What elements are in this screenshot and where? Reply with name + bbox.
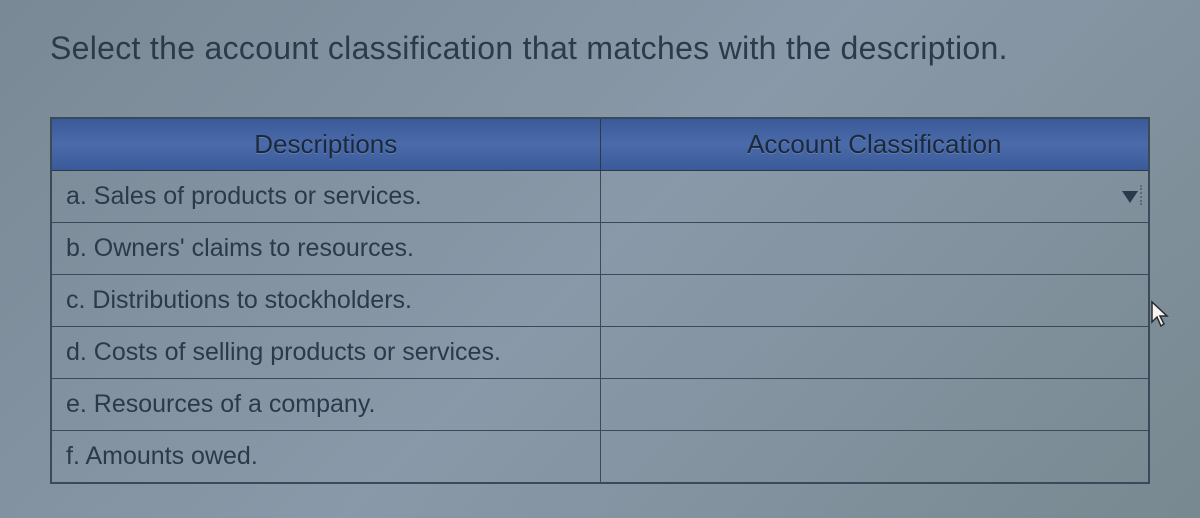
table-row: b. Owners' claims to resources. (51, 223, 1149, 275)
table-row: e. Resources of a company. (51, 379, 1149, 431)
table-row: f. Amounts owed. (51, 431, 1149, 483)
cursor-icon (1150, 300, 1170, 328)
description-cell-a: a. Sales of products or services. (51, 171, 600, 223)
classification-table: Descriptions Account Classification a. S… (50, 117, 1150, 484)
description-cell-e: e. Resources of a company. (51, 379, 600, 431)
description-cell-c: c. Distributions to stockholders. (51, 275, 600, 327)
header-classification: Account Classification (600, 118, 1149, 171)
header-descriptions: Descriptions (51, 118, 600, 171)
classification-dropdown-c[interactable] (600, 275, 1149, 327)
description-cell-b: b. Owners' claims to resources. (51, 223, 600, 275)
question-prompt: Select the account classification that m… (40, 30, 1160, 67)
classification-dropdown-e[interactable] (600, 379, 1149, 431)
table-row: a. Sales of products or services. (51, 171, 1149, 223)
table-row: d. Costs of selling products or services… (51, 327, 1149, 379)
description-cell-d: d. Costs of selling products or services… (51, 327, 600, 379)
classification-table-wrap: Descriptions Account Classification a. S… (50, 117, 1150, 484)
description-cell-f: f. Amounts owed. (51, 431, 600, 483)
classification-dropdown-b[interactable] (600, 223, 1149, 275)
chevron-down-icon (1122, 191, 1138, 203)
table-row: c. Distributions to stockholders. (51, 275, 1149, 327)
classification-dropdown-d[interactable] (600, 327, 1149, 379)
classification-dropdown-a[interactable] (600, 171, 1149, 223)
classification-dropdown-f[interactable] (600, 431, 1149, 483)
